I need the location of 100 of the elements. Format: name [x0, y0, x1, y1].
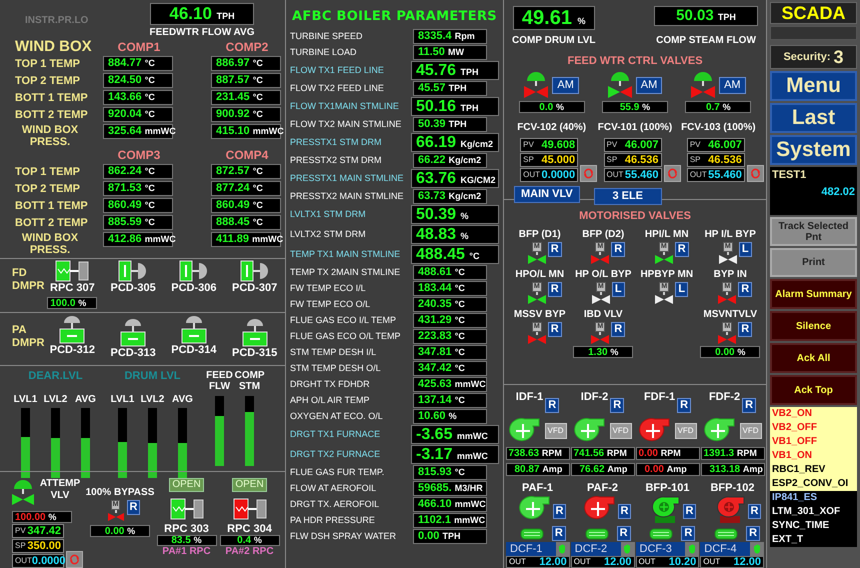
row-label: TOP 2 TEMP: [15, 182, 82, 194]
mode-button[interactable]: R: [126, 500, 140, 515]
mode-button[interactable]: R: [611, 242, 626, 257]
alarm-button[interactable]: Alarm Summary: [770, 279, 857, 309]
bar-label: LVL1: [110, 394, 134, 406]
nav-button[interactable]: System: [770, 135, 857, 165]
alarm-button[interactable]: Ack Top: [770, 375, 857, 405]
control-button[interactable]: MAIN VLV: [514, 186, 580, 203]
value-readout: 900.92 °C: [211, 107, 281, 122]
damper-name: RPC 303: [164, 523, 209, 535]
value-readout: 50.03 TPH: [654, 6, 758, 26]
mode-button[interactable]: R: [552, 504, 566, 519]
mode-button[interactable]: R: [548, 322, 562, 337]
level-bar: [148, 408, 157, 478]
mode-button[interactable]: R: [611, 322, 626, 337]
mode-button[interactable]: R: [618, 504, 632, 519]
alarm-entry[interactable]: EXT_T: [770, 533, 857, 547]
tool-button[interactable]: Track Selected Pnt: [770, 217, 857, 246]
alarm-entry[interactable]: VB2_ON: [770, 407, 857, 421]
value-readout: 100.00 %: [12, 511, 72, 523]
group-title: DEAR.LVL: [28, 369, 83, 382]
alarm-entry[interactable]: LTM_301_XOF: [770, 505, 857, 519]
nav-button[interactable]: Last: [770, 103, 857, 133]
alarm-entry[interactable]: VB1_ON: [770, 449, 857, 463]
reset-button[interactable]: [664, 165, 680, 182]
level-bar: [118, 408, 127, 478]
row-label: BOTT 1 TEMP: [15, 92, 89, 104]
value-readout: 55.9 %: [602, 101, 668, 113]
value-readout: 824.50 °C: [103, 73, 173, 88]
section-title: FEED WTR CTRL VALVES: [567, 55, 703, 67]
value-readout: 466.10 mmWC: [413, 497, 487, 512]
alarm-button[interactable]: Ack All: [770, 343, 857, 373]
reset-button[interactable]: [746, 165, 764, 182]
alarm-entry[interactable]: VB2_OFF: [770, 421, 857, 435]
mode-button[interactable]: R: [677, 398, 692, 412]
mode-button[interactable]: L: [738, 242, 752, 257]
value-readout: 738.63 RPM: [506, 446, 570, 460]
mode-button[interactable]: R: [746, 526, 760, 541]
readout-label: COMP DRUM LVL: [512, 34, 596, 48]
damper-name: DCF-4: [700, 542, 750, 556]
parameter-label: FLUE GAS ECO I/L TEMP: [290, 315, 396, 326]
value-readout: OUT0.0000: [12, 554, 64, 568]
mode-button[interactable]: R: [610, 398, 624, 412]
mode-button[interactable]: R: [748, 504, 762, 519]
value-readout: PV 49.608: [520, 138, 578, 152]
row-label: WIND BOX PRESS.: [20, 124, 80, 148]
value-readout: 0.00 Amp: [636, 462, 700, 476]
alarm-entry[interactable]: IP841_ES: [770, 491, 857, 505]
parameter-label: PRESSTX2 MAIN STMLINE: [290, 191, 404, 202]
mode-button[interactable]: R: [674, 242, 689, 257]
group-title: DRUM LVL: [124, 369, 180, 382]
parameter-label: APH O/L AIR TEMP: [290, 395, 370, 406]
alarm-button[interactable]: Silence: [770, 311, 857, 341]
damper-name: PCD-313: [110, 347, 156, 359]
nav-button[interactable]: Menu: [770, 71, 857, 101]
value-readout: OUT 12.00: [506, 556, 570, 568]
mode-button[interactable]: R: [545, 398, 560, 412]
mode-button[interactable]: R: [552, 526, 566, 541]
valve-label: ATTEMP VLV: [38, 478, 82, 502]
parameter-label: FW TEMP ECO O/L: [290, 299, 370, 310]
mode-button[interactable]: R: [742, 398, 756, 412]
value-readout: 877.24 °C: [211, 181, 281, 196]
value-readout: 46.10 TPH: [150, 3, 254, 25]
reset-button[interactable]: [580, 165, 598, 182]
value-readout: OUT 12.00: [700, 556, 764, 568]
tool-button[interactable]: Print: [770, 248, 857, 277]
point-value: 482.02: [820, 184, 855, 200]
actuator-dome-icon: [13, 480, 33, 494]
control-button[interactable]: 3 ELE: [594, 188, 662, 205]
mode-button[interactable]: R: [548, 282, 562, 297]
value-readout: SP 46.536: [686, 153, 745, 167]
mode-button[interactable]: AM: [636, 76, 662, 94]
mode-button[interactable]: R: [616, 526, 631, 541]
manual-button[interactable]: [556, 542, 570, 556]
alarm-entry[interactable]: RBC1_REV: [770, 463, 857, 477]
value-readout: 45.76 TPH: [411, 61, 499, 80]
hand-icon: [623, 544, 632, 554]
mode-button[interactable]: R: [682, 504, 696, 519]
mode-button[interactable]: L: [612, 282, 625, 297]
alarm-entry[interactable]: SYNC_TIME: [770, 519, 857, 533]
mode-button[interactable]: AM: [719, 76, 746, 94]
alarm-entry[interactable]: ESP2_CONV_OI: [770, 477, 857, 491]
manual-button[interactable]: [620, 542, 634, 556]
parameter-label: LVLTX2 STM DRM: [290, 229, 366, 240]
manual-button[interactable]: [685, 542, 700, 556]
bar-label: AVG: [75, 394, 96, 406]
mode-button[interactable]: R: [548, 242, 562, 257]
value-readout: 59685. M3/HR: [413, 481, 487, 496]
valve-name: HPBYP MN: [640, 268, 694, 282]
mode-button[interactable]: R: [738, 322, 752, 337]
level-bar: [81, 408, 90, 478]
value-readout: 100.0 %: [47, 297, 98, 309]
damper-name: DCF-3: [636, 542, 686, 556]
mode-button[interactable]: R: [681, 526, 696, 541]
damper-name: PCD-305: [110, 282, 156, 294]
mode-button[interactable]: L: [675, 282, 688, 297]
mode-button[interactable]: R: [738, 282, 752, 297]
damper-name: DCF-1: [506, 542, 556, 556]
alarm-entry[interactable]: VB1_OFF: [770, 435, 857, 449]
mode-button[interactable]: AM: [552, 76, 579, 94]
